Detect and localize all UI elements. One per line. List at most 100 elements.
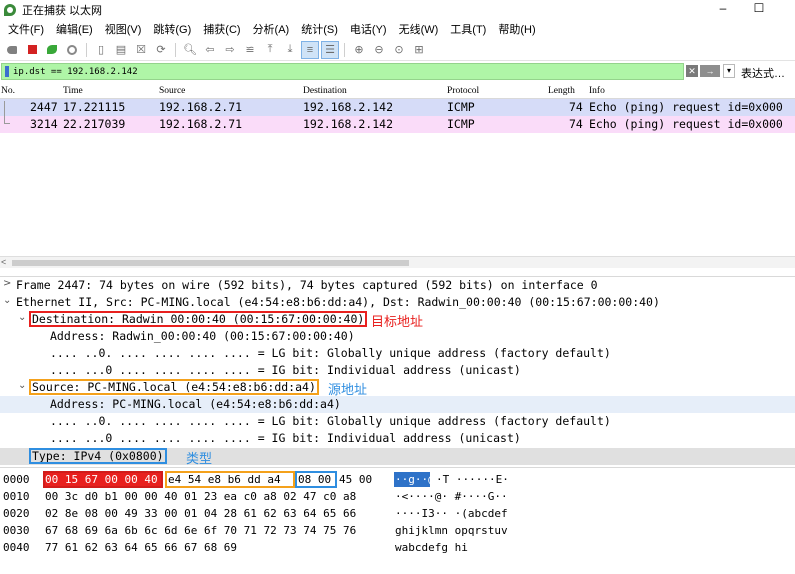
apply-filter-button[interactable]: →	[700, 65, 720, 77]
dst-ig-bit: .... ...0 .... .... .... .... = IG bit: …	[50, 363, 521, 377]
packet-info: Echo (ping) request id=0x000	[589, 100, 783, 114]
bytes-rest: 45 00	[339, 473, 373, 486]
menu-view[interactable]: 视图(V)	[99, 21, 148, 37]
menu-help[interactable]: 帮助(H)	[492, 21, 541, 37]
menu-telephony[interactable]: 电话(Y)	[344, 21, 393, 37]
zoom-normal-icon[interactable]: ⊙	[391, 42, 407, 58]
menu-analyze[interactable]: 分析(A)	[247, 21, 296, 37]
resize-columns-icon[interactable]: ⊞	[411, 42, 427, 58]
ascii-text: ·<····@· #····G··	[395, 490, 508, 503]
frame-summary: Frame 2447: 74 bytes on wire (592 bits),…	[16, 278, 598, 292]
goto-icon[interactable]: ≌	[242, 42, 258, 58]
filter-history-dropdown[interactable]: ▾	[723, 64, 735, 78]
back-icon[interactable]: ⇦	[202, 42, 218, 58]
maximize-button[interactable]: ☐	[744, 0, 774, 19]
column-header-length[interactable]: Length	[548, 86, 575, 96]
packet-source: 192.168.2.71	[159, 117, 243, 131]
bookmark-icon[interactable]	[5, 66, 9, 77]
scrollbar-thumb[interactable]	[12, 260, 409, 266]
stop-icon[interactable]	[24, 42, 40, 58]
packet-row[interactable]: 3214 22.217039 192.168.2.71 192.168.2.14…	[0, 116, 795, 133]
minimize-button[interactable]: –	[708, 0, 738, 19]
collapse-arrow-icon[interactable]: ⌄	[3, 295, 11, 306]
bytes-hex: 00 3c d0 b1 00 00 40 01 23 ea c0 a8 02 4…	[45, 490, 357, 503]
collapse-arrow-icon[interactable]: ⌄	[18, 312, 26, 323]
zoom-out-icon[interactable]: ⊖	[371, 42, 387, 58]
column-header-info[interactable]: Info	[589, 86, 605, 96]
menu-go[interactable]: 跳转(G)	[147, 21, 197, 37]
packet-list-hscrollbar[interactable]: <	[0, 256, 795, 268]
bytes-row[interactable]: 0040 77 61 62 63 64 65 66 67 68 69 wabcd…	[0, 540, 795, 556]
autoscroll-icon[interactable]: ≡	[301, 40, 319, 59]
first-icon[interactable]: ⤒	[262, 42, 278, 58]
tree-item-source[interactable]: ⌄ Source: PC-MING.local (e4:54:e8:b6:dd:…	[0, 379, 795, 398]
window-title: 正在捕获 以太网	[22, 4, 103, 17]
ascii-text: ·T ······E·	[436, 473, 509, 486]
bytes-offset: 0010	[3, 490, 30, 503]
column-header-no[interactable]: No.	[1, 86, 15, 96]
shark-fin-icon[interactable]	[4, 42, 20, 58]
column-header-time[interactable]: Time	[63, 86, 83, 96]
tree-item-dst-address[interactable]: Address: Radwin_00:00:40 (00:15:67:00:00…	[0, 328, 795, 345]
find-icon[interactable]: 🔍︎	[182, 42, 198, 58]
src-address: Address: PC-MING.local (e4:54:e8:b6:dd:a…	[50, 397, 341, 411]
ascii-text: ghijklmn opqrstuv	[395, 524, 508, 537]
menu-tools[interactable]: 工具(T)	[444, 21, 492, 37]
expression-button[interactable]: 表达式…	[741, 65, 785, 81]
tree-item-src-address[interactable]: Address: PC-MING.local (e4:54:e8:b6:dd:a…	[0, 396, 795, 413]
packet-time: 22.217039	[63, 117, 126, 131]
tree-item-type[interactable]: Type: IPv4 (0x0800) 类型	[0, 448, 795, 467]
destination-field: Destination: Radwin_00:00:40 (00:15:67:0…	[28, 311, 368, 327]
packet-row[interactable]: 2447 17.221115 192.168.2.71 192.168.2.14…	[0, 99, 795, 116]
bytes-row[interactable]: 0010 00 3c d0 b1 00 00 40 01 23 ea c0 a8…	[0, 489, 795, 505]
packet-list-header: No. Time Source Destination Protocol Len…	[0, 84, 795, 99]
ascii-text: wabcdefg hi	[395, 541, 468, 554]
packet-destination: 192.168.2.142	[303, 100, 394, 114]
last-icon[interactable]: ⤓	[282, 42, 298, 58]
clear-filter-button[interactable]: ✕	[686, 65, 698, 77]
bytes-row[interactable]: 0030 67 68 69 6a 6b 6c 6d 6e 6f 70 71 72…	[0, 523, 795, 539]
wireshark-logo-icon	[4, 3, 16, 16]
menu-statistics[interactable]: 统计(S)	[295, 21, 344, 37]
bytes-offset: 0000	[3, 473, 30, 486]
menu-file[interactable]: 文件(F)	[2, 21, 50, 37]
tree-item-frame[interactable]: > Frame 2447: 74 bytes on wire (592 bits…	[0, 277, 795, 294]
menu-edit[interactable]: 编辑(E)	[50, 21, 99, 37]
menu-capture[interactable]: 捕获(C)	[197, 21, 246, 37]
filter-text[interactable]: ip.dst == 192.168.2.142	[13, 67, 138, 77]
bytes-row[interactable]: 0000 00 15 67 00 00 40 e4 54 e8 b6 dd a4…	[0, 471, 795, 488]
tree-item-dst-ig[interactable]: .... ...0 .... .... .... .... = IG bit: …	[0, 362, 795, 379]
ascii-text: ····I3·· ·(abcdef	[395, 507, 508, 520]
collapse-arrow-icon[interactable]: ⌄	[18, 380, 26, 391]
open-icon[interactable]: ▯	[93, 42, 109, 58]
reload-icon[interactable]: ⟳	[153, 42, 169, 58]
annotation-type: 类型	[186, 452, 213, 467]
column-header-destination[interactable]: Destination	[303, 86, 347, 96]
tree-item-destination[interactable]: ⌄ Destination: Radwin_00:00:40 (00:15:67…	[0, 311, 795, 330]
tree-item-src-lg[interactable]: .... ..0. .... .... .... .... = LG bit: …	[0, 413, 795, 430]
restart-icon[interactable]	[44, 42, 60, 58]
display-filter-input[interactable]: ip.dst == 192.168.2.142	[1, 63, 684, 80]
column-header-source[interactable]: Source	[159, 86, 185, 96]
menu-wireless[interactable]: 无线(W)	[393, 21, 445, 37]
bytes-row[interactable]: 0020 02 8e 08 00 49 33 00 01 04 28 61 62…	[0, 506, 795, 522]
scroll-left-icon[interactable]: <	[1, 257, 6, 267]
packet-details: > Frame 2447: 74 bytes on wire (592 bits…	[0, 276, 795, 467]
ascii-highlight: ··g··@	[394, 472, 435, 487]
packet-protocol: ICMP	[447, 100, 475, 114]
options-icon[interactable]	[64, 42, 80, 58]
bytes-source: e4 54 e8 b6 dd a4	[168, 473, 281, 486]
tree-item-src-ig[interactable]: .... ...0 .... .... .... .... = IG bit: …	[0, 430, 795, 447]
close-icon[interactable]: ☒	[133, 42, 149, 58]
save-icon[interactable]: ▤	[113, 42, 129, 58]
forward-icon[interactable]: ⇨	[222, 42, 238, 58]
zoom-in-icon[interactable]: ⊕	[351, 42, 367, 58]
bytes-source-highlight: e4 54 e8 b6 dd a4	[165, 471, 295, 488]
tree-item-dst-lg[interactable]: .... ..0. .... .... .... .... = LG bit: …	[0, 345, 795, 362]
expand-arrow-icon[interactable]: >	[3, 278, 11, 289]
bytes-hex: 77 61 62 63 64 65 66 67 68 69	[45, 541, 238, 554]
bytes-offset: 0040	[3, 541, 30, 554]
column-header-protocol[interactable]: Protocol	[447, 86, 479, 96]
colorize-icon[interactable]: ☰	[321, 40, 339, 59]
tree-item-ethernet[interactable]: ⌄ Ethernet II, Src: PC-MING.local (e4:54…	[0, 294, 795, 311]
